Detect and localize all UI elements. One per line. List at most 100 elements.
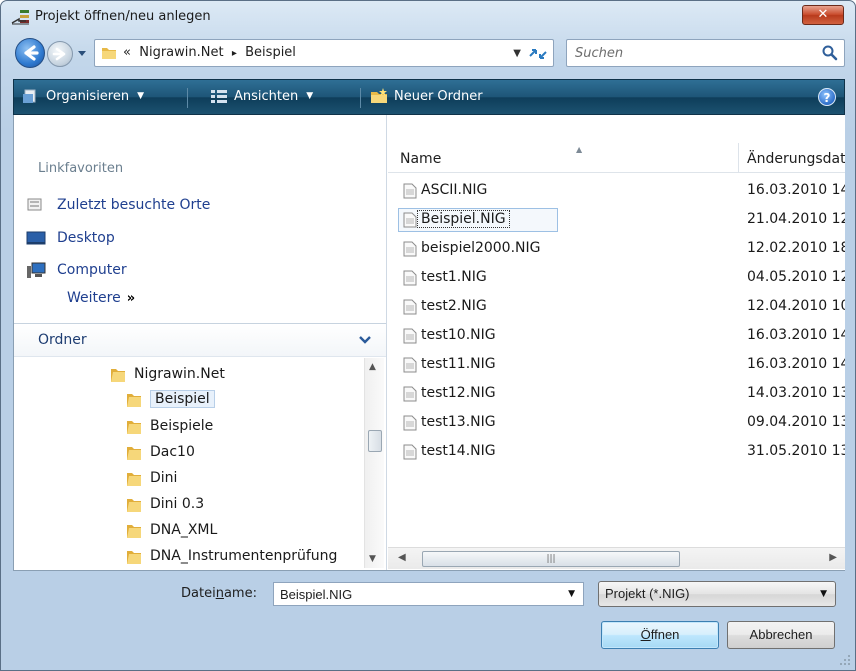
file-date: 16.03.2010 14: (747, 182, 845, 198)
file-icon (403, 183, 417, 199)
window-title: Projekt öffnen/neu anlegen (35, 9, 211, 24)
file-type-select[interactable]: Projekt (*.NIG) ▼ (598, 581, 836, 607)
filename-label-part: ame: (223, 586, 257, 601)
file-name: beispiel2000.NIG (421, 240, 541, 256)
dropdown-arrow-icon[interactable]: ▼ (568, 589, 575, 599)
double-chevron-icon: » (126, 291, 136, 306)
file-icon (403, 415, 417, 431)
tree-item-beispiel[interactable]: Beispiel (126, 387, 215, 411)
file-name: test10.NIG (421, 327, 496, 343)
file-date: 31.05.2010 13: (747, 443, 845, 459)
tree-item-dna-xml[interactable]: DNA_XML (126, 518, 217, 542)
scroll-left-icon[interactable]: ◀ (398, 552, 406, 563)
command-bar: Organisieren ▼ Ansichten ▼ Neuer Ordner … (13, 79, 845, 115)
breadcrumb-item-nigrawin[interactable]: Nigrawin.Net (139, 45, 223, 60)
scrollbar-thumb[interactable] (368, 430, 382, 452)
tree-item-nigrawin-net[interactable]: Nigrawin.Net (110, 362, 225, 386)
back-button[interactable] (15, 38, 45, 68)
favorite-label: Zuletzt besuchte Orte (57, 197, 211, 213)
breadcrumb-item-beispiel[interactable]: Beispiel (245, 45, 296, 60)
toolbar-separator (360, 88, 361, 108)
file-row[interactable]: test10.NIG 16.03.2010 14: (392, 324, 845, 348)
folder-icon (127, 421, 141, 434)
file-date: 04.05.2010 12: (747, 269, 845, 285)
tree-item-dac10[interactable]: Dac10 (126, 440, 195, 464)
help-icon[interactable]: ? (818, 88, 836, 106)
tree-label: Beispiel (150, 390, 215, 408)
horizontal-scrollbar[interactable]: ◀ ||| ▶ (388, 547, 845, 569)
open-label: ffnen (650, 627, 680, 642)
favorite-recent-places[interactable]: Zuletzt besuchte Orte (26, 194, 210, 216)
column-separator[interactable] (738, 143, 739, 173)
tree-label: Dini (150, 470, 178, 486)
folders-header-bar[interactable]: Ordner (14, 323, 386, 357)
file-icon (403, 386, 417, 402)
favorite-computer[interactable]: Computer (26, 259, 127, 281)
organize-button[interactable]: Organisieren ▼ (22, 88, 144, 104)
file-date: 21.04.2010 12: (747, 211, 845, 227)
search-input[interactable] (573, 43, 813, 63)
column-header-row: ▲ Name Änderungsdatum (388, 143, 845, 173)
folder-icon (127, 447, 141, 460)
new-folder-button[interactable]: Neuer Ordner (370, 88, 483, 104)
cancel-button[interactable]: Abbrechen (727, 621, 835, 649)
more-label: Weitere (67, 290, 121, 306)
tree-item-dini-0-3[interactable]: Dini 0.3 (126, 492, 204, 516)
file-row[interactable]: Beispiel.NIG 21.04.2010 12: (392, 208, 845, 232)
file-row[interactable]: test11.NIG 16.03.2010 14: (392, 353, 845, 377)
scroll-right-icon[interactable]: ▶ (829, 552, 837, 563)
address-dropdown-icon[interactable]: ▼ (513, 48, 521, 59)
file-date: 16.03.2010 14: (747, 356, 845, 372)
organize-label: Organisieren (46, 88, 130, 104)
tree-scrollbar[interactable]: ▲ ▼ (364, 358, 384, 568)
file-name: Beispiel.NIG (417, 210, 510, 228)
column-header-name[interactable]: Name (400, 151, 441, 167)
file-name: test2.NIG (421, 298, 487, 314)
file-row[interactable]: test12.NIG 14.03.2010 13: (392, 382, 845, 406)
tree-label: DNA_XML (150, 522, 218, 538)
file-icon (403, 328, 417, 344)
column-header-date[interactable]: Änderungsdatum (747, 151, 845, 167)
arrow-left-icon (24, 45, 39, 61)
title-bar[interactable]: Projekt öffnen/neu anlegen ✕ (1, 1, 855, 33)
favorite-label: Desktop (57, 230, 115, 246)
tree-item-dini[interactable]: Dini (126, 466, 177, 490)
folder-tree: Nigrawin.Net Beispiel Beispiele Dac10 Di… (14, 358, 364, 570)
views-button[interactable]: Ansichten ▼ (210, 88, 313, 104)
file-row[interactable]: test2.NIG 12.04.2010 10: (392, 295, 845, 319)
file-type-value: Projekt (*.NIG) (605, 586, 690, 601)
folder-icon (127, 525, 141, 538)
file-row[interactable]: test14.NIG 31.05.2010 13: (392, 440, 845, 464)
file-row[interactable]: beispiel2000.NIG 12.02.2010 18: (392, 237, 845, 261)
tree-label: Beispiele (150, 418, 214, 434)
address-bar[interactable]: « Nigrawin.Net ▸ Beispiel ▼ (94, 39, 554, 67)
breadcrumb-overflow[interactable]: « (123, 45, 131, 60)
tree-item-dna-instrumentenpruefung[interactable]: DNA_Instrumentenprüfung (126, 544, 337, 568)
content-area: Linkfavoriten Zuletzt besuchte Orte Desk… (13, 115, 845, 571)
refresh-icon[interactable] (527, 44, 549, 64)
file-open-dialog: Projekt öffnen/neu anlegen ✕ « Nigrawin.… (0, 0, 856, 671)
breadcrumb-separator-icon[interactable]: ▸ (232, 48, 237, 59)
file-date: 12.04.2010 10: (747, 298, 845, 314)
recent-pages-dropdown-icon[interactable] (76, 47, 88, 59)
more-favorites-link[interactable]: Weitere » (67, 290, 135, 306)
forward-button[interactable] (47, 41, 73, 67)
search-icon[interactable] (822, 45, 838, 61)
close-button[interactable]: ✕ (802, 5, 844, 25)
file-date: 12.02.2010 18: (747, 240, 845, 256)
tree-item-beispiele[interactable]: Beispiele (126, 414, 213, 438)
scroll-up-icon[interactable]: ▲ (369, 362, 376, 372)
scrollbar-thumb[interactable]: ||| (422, 551, 680, 567)
tree-label: Dac10 (150, 444, 195, 460)
resize-grip-icon[interactable] (839, 654, 851, 666)
file-row[interactable]: test1.NIG 04.05.2010 12: (392, 266, 845, 290)
file-row[interactable]: ASCII.NIG 16.03.2010 14: (392, 179, 845, 203)
filename-input[interactable] (278, 585, 548, 603)
favorite-desktop[interactable]: Desktop (26, 227, 115, 249)
file-row[interactable]: test13.NIG 09.04.2010 13: (392, 411, 845, 435)
chevron-down-icon: ▼ (137, 91, 145, 101)
open-button[interactable]: Öffnen (601, 621, 719, 649)
search-box (566, 39, 845, 67)
scroll-down-icon[interactable]: ▼ (369, 554, 376, 564)
file-date: 16.03.2010 14: (747, 327, 845, 343)
